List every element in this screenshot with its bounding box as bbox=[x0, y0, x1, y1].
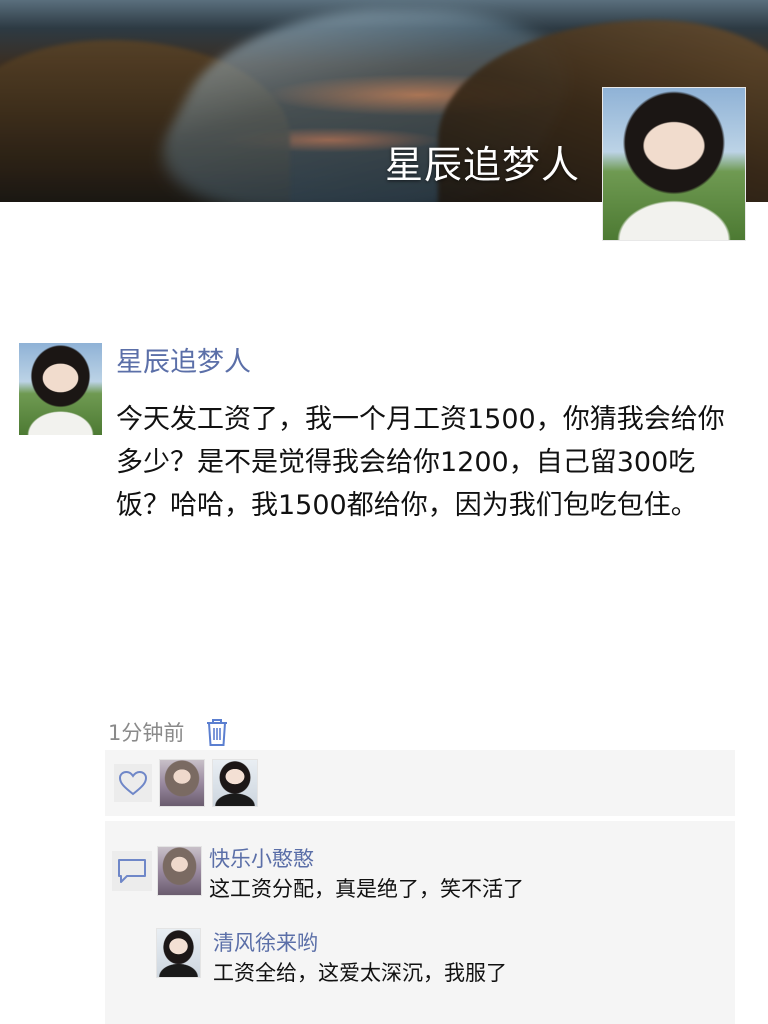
comments-panel: 快乐小憨憨 这工资分配，真是绝了，笑不活了 清风徐来哟 工资全给，这爱太深沉，我… bbox=[105, 821, 735, 1024]
like-user-avatar[interactable] bbox=[212, 759, 258, 807]
commenter-avatar[interactable] bbox=[156, 928, 201, 978]
post-author-avatar[interactable] bbox=[19, 343, 102, 435]
post-meta: 1分钟前 bbox=[108, 716, 230, 748]
like-user-avatar[interactable] bbox=[159, 759, 205, 807]
likes-bar bbox=[105, 750, 735, 816]
profile-name: 星辰追梦人 bbox=[384, 143, 580, 187]
post-text: 今天发工资了，我一个月工资1500，你猜我会给你多少？是不是觉得我会给你1200… bbox=[116, 404, 725, 521]
comment-text: 工资全给，这爱太深沉，我服了 bbox=[213, 961, 507, 985]
heart-icon[interactable] bbox=[114, 764, 152, 802]
commenter-name[interactable]: 清风徐来哟 bbox=[213, 927, 318, 957]
profile-avatar[interactable] bbox=[602, 87, 746, 241]
comment-text: 这工资分配，真是绝了，笑不活了 bbox=[209, 877, 524, 901]
post-time: 1分钟前 bbox=[108, 721, 185, 745]
comment-icon[interactable] bbox=[112, 851, 152, 891]
trash-icon[interactable] bbox=[204, 717, 230, 747]
post-author-name[interactable]: 星辰追梦人 bbox=[116, 340, 251, 379]
commenter-name[interactable]: 快乐小憨憨 bbox=[209, 843, 314, 873]
commenter-avatar[interactable] bbox=[157, 846, 202, 896]
